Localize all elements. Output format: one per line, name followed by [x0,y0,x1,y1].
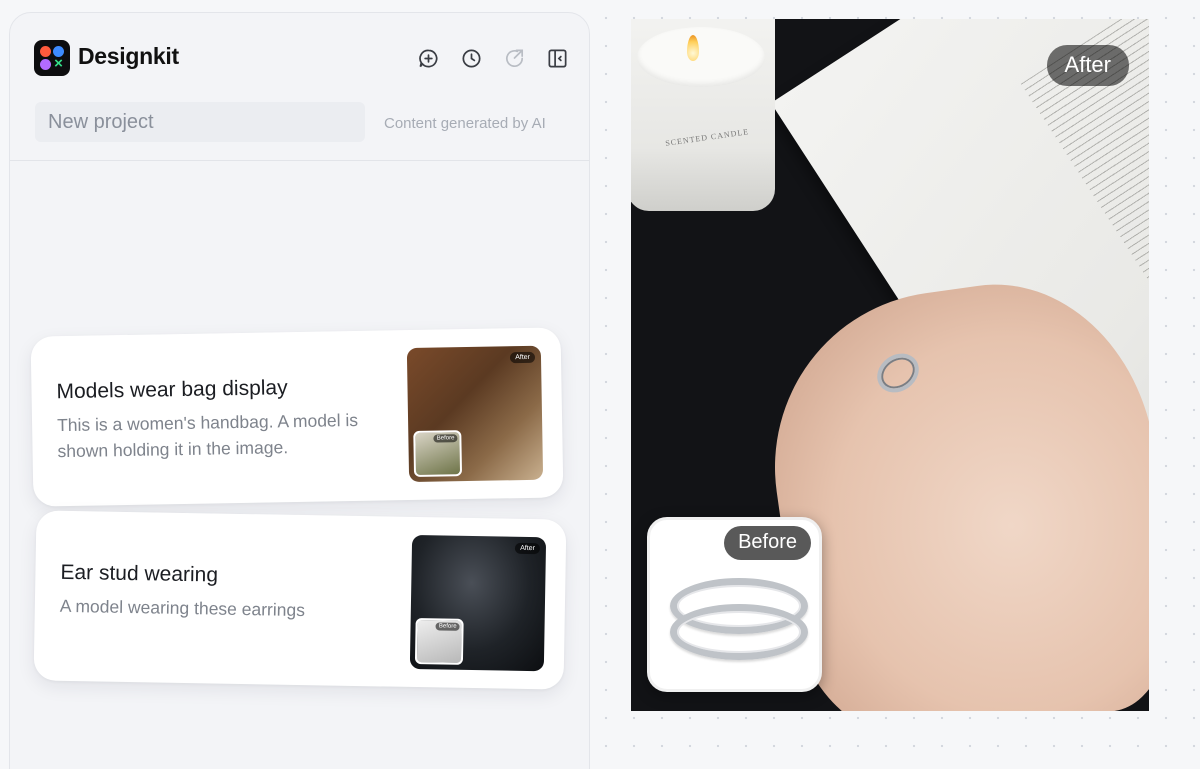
example-card-earring[interactable]: Ear stud wearing A model wearing these e… [33,510,567,690]
history-button[interactable] [459,46,484,71]
example-card-bag[interactable]: Models wear bag display This is a women'… [30,327,564,507]
before-image[interactable]: Before [647,517,822,692]
ring-icon [670,604,808,660]
new-project-button[interactable] [416,46,441,71]
card-title: Models wear bag display [56,376,288,404]
clock-icon [462,49,481,68]
card-thumbnail: After Before [409,534,547,672]
card-title: Ear stud wearing [60,560,219,587]
panel-header: × Designkit New project Content generate… [10,13,589,161]
collapse-panel-button[interactable] [545,46,570,71]
thumb-before-image: Before [414,618,464,665]
project-name-input[interactable] [35,102,365,142]
share-icon [506,49,524,68]
designkit-logo-icon: × [34,40,70,76]
brand-name: Designkit [78,43,179,69]
share-button[interactable] [502,46,527,71]
thumb-before-image: Before [413,430,463,477]
add-circle-icon [419,49,438,68]
thumb-before-tag: Before [435,622,460,631]
thumb-after-tag: After [510,351,536,364]
after-badge: After [1046,45,1129,86]
sidebar-collapse-icon [548,49,567,68]
card-description: A model wearing these earrings [59,595,306,621]
thumb-before-tag: Before [433,434,458,443]
before-badge: Before [724,526,811,560]
candle-label: SCENTED CANDLE [664,127,750,148]
card-description: This is a women's handbag. A model is sh… [56,409,359,462]
card-thumbnail: After Before [406,345,544,483]
flame-icon [687,35,699,61]
result-preview-image: SCENTED CANDLE After Before [631,19,1149,711]
candle: SCENTED CANDLE [631,19,775,211]
thumb-after-tag: After [515,542,541,555]
ai-content-note: Content generated by AI [384,115,546,132]
